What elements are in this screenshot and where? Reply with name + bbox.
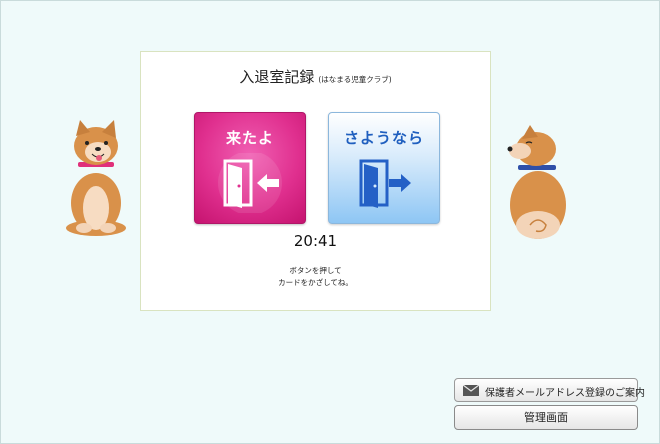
page-title: 入退室記録 [239,68,315,86]
checkout-button[interactable]: さようなら [328,112,440,224]
shiba-dog-right-illustration [507,125,566,239]
parent-email-guide-button[interactable]: 保護者メールアドレス登録のご案内 [454,378,645,402]
instruction-line-1: ボタンを押して [289,266,342,275]
door-enter-icon [218,153,282,213]
door-exit-icon [359,159,411,208]
facility-name: (はなまる児童クラブ) [318,75,392,84]
instruction-line-2: カードをかざしてね。 [278,278,353,287]
envelope-icon [463,385,479,396]
instruction-text: ボタンを押して カードをかざしてね。 [141,265,490,289]
current-time: 20:41 [293,232,338,250]
panel-header: 入退室記録 (はなまる児童クラブ) [141,66,490,87]
checkin-button-label: 来たよ [225,129,274,147]
checkout-button-label: さようなら [343,129,424,147]
shiba-dog-left-illustration [66,120,126,236]
parent-email-guide-label: 保護者メールアドレス登録のご案内 [485,388,645,399]
checkin-button[interactable]: 来たよ [194,112,306,224]
entry-exit-panel: 入退室記録 (はなまる児童クラブ) 来たよ さようなら 20:41 ボタンを押して… [140,51,491,311]
admin-screen-button[interactable]: 管理画面 [454,405,638,430]
